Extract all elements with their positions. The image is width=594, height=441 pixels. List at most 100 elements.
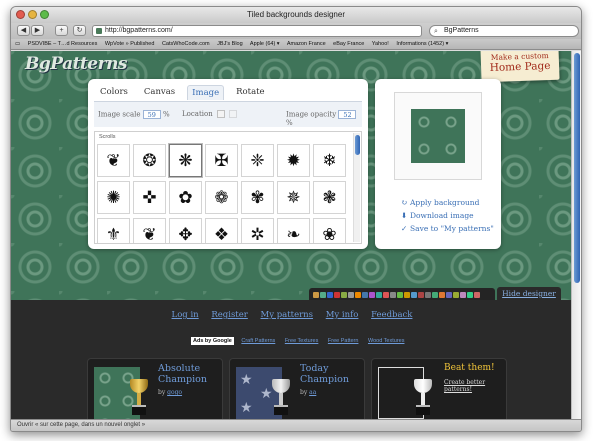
reload-button[interactable]: ↻ [73, 25, 86, 36]
minimize-button[interactable] [28, 10, 37, 19]
register-link[interactable]: Register [211, 310, 247, 320]
save-pattern-link[interactable]: ✓ Save to "My patterns" [401, 222, 494, 235]
absolute-champion-card[interactable]: Absolute Champion by gogo [87, 358, 223, 421]
my-patterns-link[interactable]: My patterns [261, 310, 313, 320]
shape-option[interactable]: ⚜ [97, 218, 130, 243]
author-link[interactable]: gogo [167, 389, 182, 396]
shape-option[interactable]: ❦ [133, 218, 166, 243]
share-service-icon[interactable] [460, 291, 466, 298]
share-service-icon[interactable] [474, 291, 480, 298]
ads-by-google-label[interactable]: Ads by Google [191, 337, 234, 345]
share-service-icon[interactable] [411, 291, 417, 298]
shape-option[interactable]: ❄ [313, 144, 346, 177]
forward-button[interactable]: ▶ [31, 25, 44, 36]
tab-image[interactable]: Image [187, 85, 225, 100]
bookmark-item[interactable]: JBJ's Blog [217, 41, 243, 47]
share-service-icon[interactable] [376, 291, 382, 298]
shape-option[interactable]: ✾ [241, 181, 274, 214]
bookmark-item[interactable]: CatsWhoCode.com [162, 41, 210, 47]
share-service-icon[interactable] [453, 291, 459, 298]
custom-home-page-badge[interactable]: Make a custom Home Page [480, 51, 560, 83]
shape-option[interactable]: ✵ [277, 181, 310, 214]
bookmark-item[interactable]: eBay France [333, 41, 364, 47]
share-service-icon[interactable] [397, 291, 403, 298]
gallery-scroll-thumb[interactable] [355, 135, 360, 155]
reading-list-icon[interactable]: ▭ [15, 41, 20, 47]
ad-link[interactable]: Free Textures [285, 338, 319, 344]
ad-link[interactable]: Craft Patterns [241, 338, 275, 344]
download-image-link[interactable]: ⬇ Download image [401, 209, 494, 222]
share-service-icon[interactable] [390, 291, 396, 298]
shape-option[interactable]: ❀ [313, 218, 346, 243]
create-better-link[interactable]: Create better patterns! [444, 379, 496, 393]
tab-colors[interactable]: Colors [96, 85, 132, 100]
back-button[interactable]: ◀ [17, 25, 30, 36]
image-scale-input[interactable]: 59 [142, 110, 161, 119]
login-link[interactable]: Log in [172, 310, 199, 320]
share-service-icon[interactable] [334, 291, 340, 298]
search-input[interactable]: ⌕ BgPatterns [429, 25, 579, 37]
tab-canvas[interactable]: Canvas [140, 85, 179, 100]
share-service-icon[interactable] [341, 291, 347, 298]
share-service-icon[interactable] [348, 291, 354, 298]
location-picker-alt-icon[interactable] [229, 110, 238, 118]
shape-option[interactable]: ❃ [313, 181, 346, 214]
ad-link[interactable]: Free Pattern [328, 338, 359, 344]
author-link[interactable]: aa [309, 389, 316, 396]
site-logo[interactable]: BgPatterns [25, 54, 128, 74]
share-service-icon[interactable] [320, 291, 326, 298]
share-service-icon[interactable] [355, 291, 361, 298]
share-service-icon[interactable] [446, 291, 452, 298]
card-title[interactable]: Absolute Champion [158, 363, 222, 385]
page-scrollbar[interactable] [571, 51, 581, 421]
hide-designer-button[interactable]: Hide designer [497, 287, 561, 301]
bookmark-item[interactable]: Informations (1452) ▾ [396, 41, 448, 47]
address-bar[interactable]: http://bgpatterns.com/ [92, 25, 422, 37]
today-champion-card[interactable]: ★ ★ ★ Today Champion by aa [229, 358, 365, 421]
shape-option[interactable]: ❋ [169, 144, 202, 177]
shape-option[interactable]: ❧ [277, 218, 310, 243]
shape-option[interactable]: ✹ [277, 144, 310, 177]
share-service-icon[interactable] [327, 291, 333, 298]
shape-option[interactable]: ✥ [169, 218, 202, 243]
share-service-icon[interactable] [467, 291, 473, 298]
my-info-link[interactable]: My info [326, 310, 359, 320]
share-service-icon[interactable] [383, 291, 389, 298]
share-service-icon[interactable] [369, 291, 375, 298]
close-button[interactable] [16, 10, 25, 19]
bookmark-item[interactable]: Amazon France [287, 41, 326, 47]
shape-option[interactable]: ❂ [133, 144, 166, 177]
gallery-scrollbar[interactable] [353, 133, 360, 242]
shape-option[interactable]: ✠ [205, 144, 238, 177]
bookmark-item[interactable]: Apple (64) ▾ [250, 41, 280, 47]
shape-option[interactable]: ✿ [169, 181, 202, 214]
page-scroll-thumb[interactable] [574, 53, 580, 283]
share-service-icon[interactable] [313, 291, 319, 298]
beat-them-card[interactable]: Beat them! Create better patterns! [371, 358, 507, 421]
add-bookmark-button[interactable]: + [55, 25, 68, 36]
shape-option[interactable]: ✲ [241, 218, 274, 243]
zoom-button[interactable] [40, 10, 49, 19]
location-picker-icon[interactable] [216, 110, 225, 118]
share-service-icon[interactable] [362, 291, 368, 298]
card-title[interactable]: Today Champion [300, 363, 364, 385]
shape-option[interactable]: ❦ [97, 144, 130, 177]
share-service-icon[interactable] [404, 291, 410, 298]
shape-option[interactable]: ❖ [205, 218, 238, 243]
share-service-icon[interactable] [418, 291, 424, 298]
shape-option[interactable]: ❈ [241, 144, 274, 177]
bookmark-item[interactable]: PSDVIBE – T…d Resources [28, 41, 98, 47]
shape-option[interactable]: ✺ [97, 181, 130, 214]
shape-option[interactable]: ❁ [205, 181, 238, 214]
ad-link[interactable]: Wood Textures [368, 338, 404, 344]
bookmark-item[interactable]: WpVote » Published [105, 41, 155, 47]
shape-option[interactable]: ✜ [133, 181, 166, 214]
share-service-icon[interactable] [432, 291, 438, 298]
share-service-icon[interactable] [439, 291, 445, 298]
apply-background-link[interactable]: ↻ Apply background [401, 196, 494, 209]
image-opacity-input[interactable]: 52 [338, 110, 357, 119]
tab-rotate[interactable]: Rotate [232, 85, 268, 100]
feedback-link[interactable]: Feedback [371, 310, 412, 320]
bookmark-item[interactable]: Yahoo! [372, 41, 389, 47]
share-service-icon[interactable] [425, 291, 431, 298]
